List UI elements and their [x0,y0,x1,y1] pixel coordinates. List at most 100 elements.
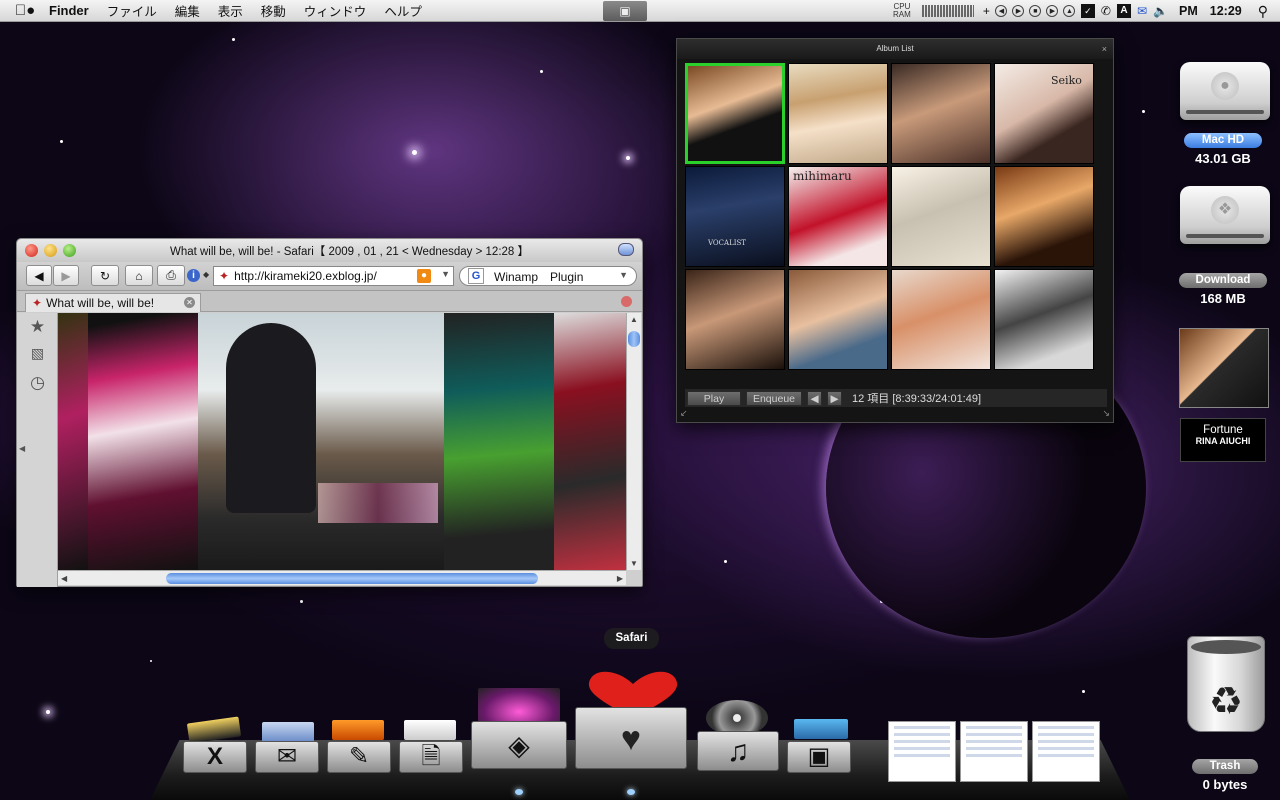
apple-icon[interactable]: ● [10,2,40,19]
sidebar-collapse-icon[interactable]: ◀ [19,444,25,453]
previous-button[interactable]: ◀ [807,390,822,406]
horizontal-scrollbar[interactable]: ◀ ▶ [58,570,626,585]
back-button[interactable]: ◀ [26,265,52,286]
plus-icon[interactable]: + [983,4,990,18]
address-dropdown-icon[interactable]: ▼ [441,269,450,279]
forward-icon[interactable]: ▶ [1046,5,1059,17]
menu-window[interactable]: ウィンドウ [295,1,376,20]
album-cover[interactable] [994,269,1094,370]
dock-x11-app[interactable]: X [183,741,247,773]
minimize-button[interactable] [44,244,57,257]
home-button[interactable]: ⌂ [125,265,153,286]
close-button[interactable] [25,244,38,257]
window-thumbnail[interactable] [1032,721,1100,782]
resize-handle-icon[interactable]: ↘ [1102,408,1110,419]
dock-design-apps[interactable]: ✎ [327,741,391,773]
eject-icon[interactable]: ▲ [1063,5,1076,17]
menu-help[interactable]: ヘルプ [375,1,431,20]
dock-mail-app[interactable]: ✉ [255,741,319,773]
history-clock-icon[interactable]: ◷ [17,373,58,397]
bookmark-star-icon[interactable]: ★ [17,317,58,341]
album-cover[interactable]: VOCALIST [685,166,785,267]
album-cover[interactable] [891,63,991,164]
window-titlebar[interactable]: What will be, will be! - Safari【 2009 , … [17,239,642,262]
reload-button[interactable]: ↻ [91,265,119,286]
menu-file[interactable]: ファイル [98,1,166,20]
coverflow-image[interactable] [444,313,554,570]
tab-current[interactable]: ✦ What will be, will be! ✕ [25,293,201,312]
album-cover[interactable] [685,269,785,370]
search-input[interactable]: G Winamp Plugin ▼ [459,266,637,286]
album-cover[interactable] [994,166,1094,267]
rss-icon[interactable]: ● [417,269,431,283]
album-cover[interactable] [788,269,888,370]
vertical-scrollbar[interactable]: ▲ ▼ [626,313,641,570]
vertical-scroll-thumb[interactable] [628,331,640,347]
coverflow-image[interactable] [554,313,626,570]
phone-icon[interactable]: ✆ [1101,4,1111,18]
now-playing-artwork[interactable] [1179,328,1269,408]
stop-icon[interactable]: ■ [1029,5,1042,17]
print-button[interactable]: ⎙ [157,265,185,286]
mail-icon[interactable]: ✉ [1137,4,1147,18]
dock-documents[interactable]: 🗎 [399,741,463,773]
info-icon[interactable]: i [187,269,200,282]
coverflow-image[interactable] [58,313,88,570]
horizontal-scroll-thumb[interactable] [166,573,538,584]
clock-time[interactable]: 12:29 [1210,4,1242,18]
trash-label[interactable]: Trash [1192,759,1258,774]
play-button[interactable]: Play [687,390,741,406]
mac-hd-drive-icon[interactable]: ● [1180,62,1270,120]
next-button[interactable]: ▶ [827,390,842,406]
scroll-down-icon[interactable]: ▼ [630,559,638,568]
rewind-icon[interactable]: ◀ [995,5,1008,17]
volume-icon[interactable]: 🔈 [1153,4,1168,18]
tab-close-icon[interactable]: ✕ [184,297,195,308]
play-icon[interactable]: ▶ [1012,5,1025,17]
enqueue-button[interactable]: Enqueue [746,390,802,406]
scroll-right-icon[interactable]: ▶ [617,574,623,583]
close-icon[interactable]: × [1102,39,1107,59]
window-thumbnail[interactable] [888,721,956,782]
window-thumbnail[interactable] [960,721,1028,782]
download-drive-icon[interactable]: ❖ [1180,186,1270,244]
cpu-meter[interactable] [921,5,974,17]
google-icon[interactable]: G [468,268,484,284]
album-cover[interactable]: mihimaru [788,166,888,267]
trash-icon[interactable]: ♻ [1187,636,1265,732]
clock-period[interactable]: PM [1179,4,1198,18]
album-list-titlebar[interactable]: Album List × [677,39,1113,59]
album-cover[interactable] [788,63,888,164]
web-content[interactable] [58,313,626,570]
bookmark-star-icon[interactable]: ◆ [203,270,209,279]
resize-handle-icon[interactable]: ↙ [680,408,688,419]
album-cover[interactable]: Seiko [994,63,1094,164]
menu-finder[interactable]: Finder [40,3,98,18]
coverflow-image-center[interactable] [198,313,444,570]
zoom-button[interactable] [63,244,76,257]
scroll-left-icon[interactable]: ◀ [61,574,67,583]
camera-menu-icon[interactable]: ▣ [603,1,647,21]
input-method-icon[interactable]: A [1116,4,1131,18]
menu-edit[interactable]: 編集 [166,1,209,20]
menu-go[interactable]: 移動 [252,1,295,20]
search-dropdown-icon[interactable]: ▼ [619,270,628,280]
forward-button[interactable]: ▶ [53,265,79,286]
script-icon[interactable]: ✓ [1080,4,1095,18]
album-cover[interactable] [891,166,991,267]
coverflow-image[interactable] [88,313,198,570]
album-cover[interactable] [891,269,991,370]
spotlight-icon[interactable]: ⚲ [1258,3,1268,20]
dock-music[interactable]: ♫ [697,731,779,771]
album-cover[interactable] [685,63,785,164]
mac-hd-label[interactable]: Mac HD [1184,133,1262,148]
dock-favorites[interactable]: ♥ [575,707,687,769]
dock-pictures[interactable]: ▣ [787,741,851,773]
toolbar-toggle-icon[interactable] [618,243,634,256]
download-icon[interactable]: ▧ [17,345,58,369]
tab-bar-close-icon[interactable] [621,296,632,307]
address-field[interactable]: ✦ http://kirameki20.exblog.jp/ ● ▼ [213,266,454,286]
menu-view[interactable]: 表示 [209,1,252,20]
scroll-up-icon[interactable]: ▲ [630,315,638,324]
dock-applications[interactable]: ◈ [471,721,567,769]
